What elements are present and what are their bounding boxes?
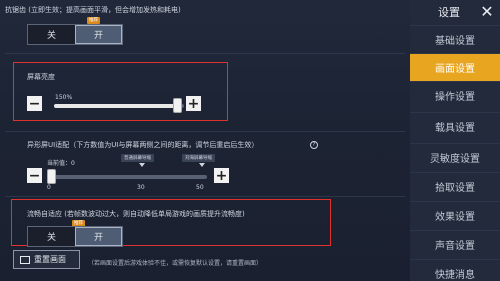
ui-adapt-slider-track[interactable] (47, 175, 207, 179)
settings-panel: 抗锯齿 (立即生效；提高画面平滑，但会增加发热和耗电) 推荐 关 开 屏幕亮度 … (0, 0, 410, 281)
sidebar-item-quick-messages[interactable]: 快捷消息 (410, 259, 500, 281)
ui-adapt-slider-handle[interactable] (47, 169, 56, 184)
smooth-adapt-off-option[interactable]: 关 (28, 227, 75, 246)
tick-label-50: 50 (196, 184, 204, 191)
brightness-value: 150% (55, 94, 73, 101)
tick-label-0: 0 (47, 184, 51, 191)
ui-adapt-label: 异形屏UI适配（下方数值为UI与屏幕两侧之间的距离，调节后重启后生效） (27, 141, 259, 149)
sidebar-item-sensitivity[interactable]: 灵敏度设置 (410, 143, 500, 171)
sidebar-item-graphics[interactable]: 画面设置 (410, 53, 500, 81)
ui-adapt-increase-button[interactable]: + (214, 168, 229, 183)
sidebar-item-sound[interactable]: 声音设置 (410, 230, 500, 258)
sidebar-item-vehicle[interactable]: 载具设置 (410, 112, 500, 140)
reset-icon (20, 255, 30, 264)
brightness-highlight-box (13, 62, 228, 121)
sidebar-item-effects[interactable]: 效果设置 (410, 201, 500, 229)
divider (5, 131, 405, 132)
smooth-adapt-label: 流畅自适应 (若帧数波动过大，则自动降低单局游戏的画质提升流畅度) (27, 210, 245, 218)
anti-lag-label: 抗锯齿 (立即生效；提高画面平滑，但会增加发热和耗电) (5, 6, 181, 14)
reset-screen-button[interactable]: 重置画面 (13, 250, 80, 269)
close-icon[interactable]: ✕ (477, 0, 497, 22)
smooth-adapt-on-option[interactable]: 开 (75, 227, 122, 246)
brightness-slider-track[interactable] (54, 104, 184, 108)
sidebar-item-controls[interactable]: 操作设置 (410, 81, 500, 109)
sidebar-header: 设置 ✕ (410, 0, 500, 22)
settings-title: 设置 (438, 6, 460, 19)
anti-lag-off-option[interactable]: 关 (28, 25, 75, 44)
recommended-badge: 推荐 (87, 17, 100, 24)
divider (5, 53, 405, 54)
reset-note: （若画面设置后游戏体验不佳，或需恢复默认设置，请重置画面） (88, 260, 263, 267)
brightness-decrease-button[interactable]: − (27, 96, 42, 111)
reset-button-label: 重置画面 (34, 255, 66, 264)
brightness-label: 屏幕亮度 (27, 73, 55, 81)
help-icon[interactable]: ? (310, 141, 318, 149)
settings-sidebar: 设置 ✕ 基础设置 画面设置 操作设置 载具设置 灵敏度设置 拾取设置 效果设置… (410, 0, 500, 281)
ui-adapt-decrease-button[interactable]: − (27, 168, 42, 183)
anti-lag-on-option[interactable]: 开 (75, 25, 122, 44)
smooth-adapt-toggle: 关 开 (27, 226, 123, 247)
marker-arrow-50 (199, 163, 205, 167)
anti-lag-toggle: 关 开 (27, 24, 123, 45)
sidebar-item-pickup[interactable]: 拾取设置 (410, 172, 500, 200)
tick-label-30: 30 (137, 184, 145, 191)
marker-arrow-30 (139, 163, 145, 167)
ui-adapt-current-value: 当前值：0 (47, 160, 75, 167)
brightness-slider-fill (54, 104, 178, 108)
marker-tag-50: 刘海屏幕导缩 (182, 154, 215, 162)
brightness-slider-handle[interactable] (172, 98, 182, 113)
divider (5, 196, 405, 197)
sidebar-item-basic[interactable]: 基础设置 (410, 25, 500, 53)
brightness-increase-button[interactable]: + (186, 96, 201, 111)
marker-tag-30: 普通屏幕导缩 (121, 154, 154, 162)
